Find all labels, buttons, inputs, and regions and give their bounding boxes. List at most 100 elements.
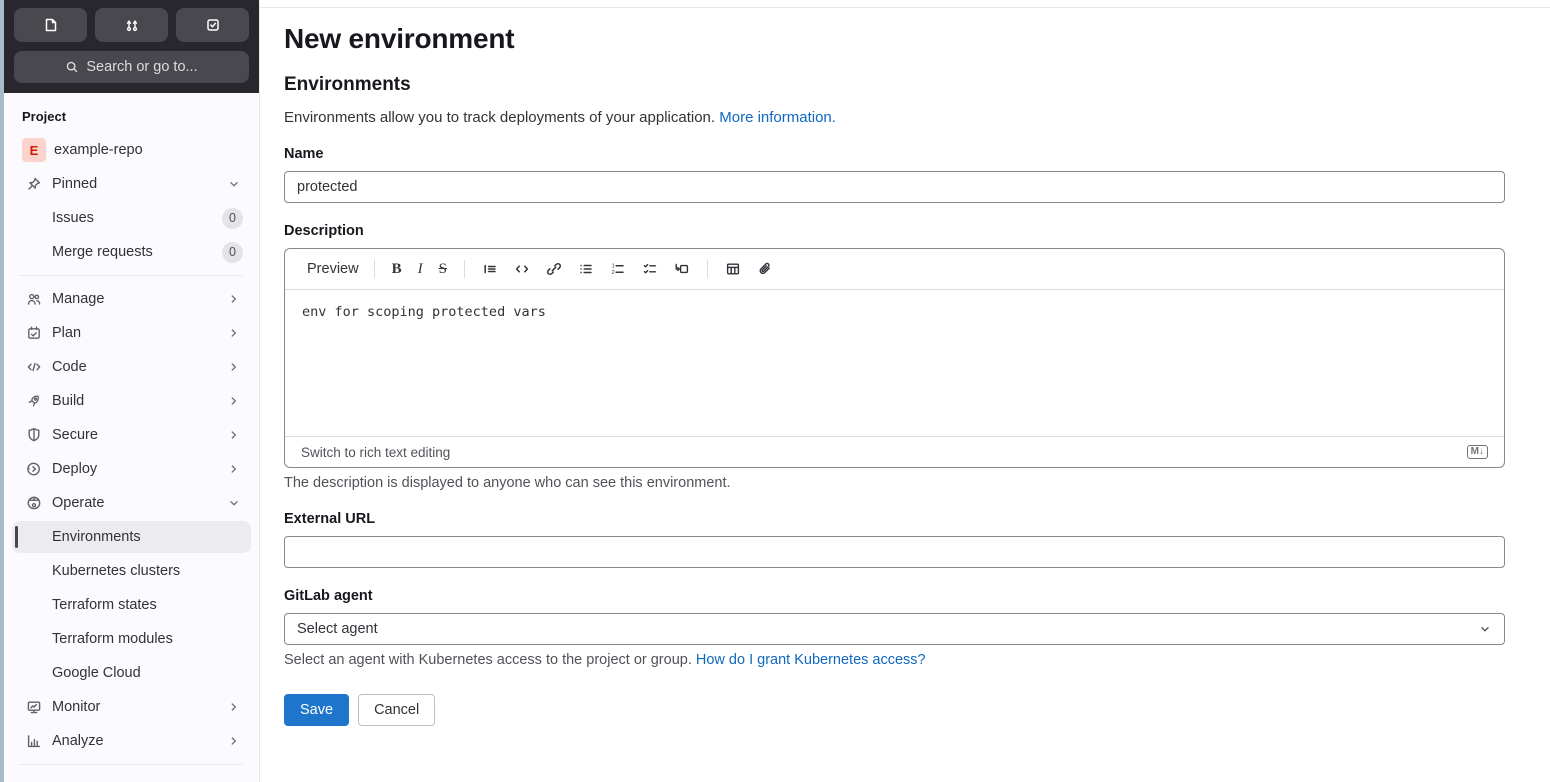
name-input[interactable]	[284, 171, 1505, 203]
sidebar-section-label: Project	[22, 109, 67, 124]
sidebar-item-project[interactable]: E example-repo	[12, 134, 251, 166]
collapsible-section-icon	[674, 261, 690, 277]
sidebar-item-label: Plan	[52, 325, 82, 341]
intro-text: Environments allow you to track deployme…	[284, 109, 716, 126]
main-content: New environment Environments Environment…	[260, 0, 1550, 782]
bulleted-list-icon	[578, 261, 594, 277]
sidebar-item-label: Terraform modules	[52, 631, 173, 647]
toolbar-divider	[706, 260, 708, 278]
switch-rich-text-link[interactable]: Switch to rich text editing	[301, 445, 450, 460]
gitlab-agent-label: GitLab agent	[284, 588, 373, 604]
sidebar-item-kubernetes-clusters[interactable]: Kubernetes clusters	[12, 555, 251, 587]
code-button[interactable]	[510, 257, 534, 281]
external-url-input[interactable]	[284, 536, 1505, 568]
table-button[interactable]	[721, 257, 745, 281]
sidebar-item-monitor[interactable]: Monitor	[12, 691, 251, 723]
code-icon	[26, 359, 42, 375]
sidebar-item-environments[interactable]: Environments	[12, 521, 251, 553]
sidebar-item-label: Environments	[52, 529, 141, 545]
project-name: example-repo	[54, 142, 143, 158]
external-url-label: External URL	[284, 511, 376, 527]
sidebar-item-label: Deploy	[52, 461, 98, 477]
sidebar-item-terraform-modules[interactable]: Terraform modules	[12, 623, 251, 655]
todo-shortcut-button[interactable]	[176, 8, 249, 42]
sidebar-item-label: Code	[52, 359, 87, 375]
numbered-list-button[interactable]: 12	[606, 257, 630, 281]
bold-button[interactable]: B	[388, 257, 406, 282]
sidebar-item-label: Manage	[52, 291, 105, 307]
sidebar-item-merge-requests[interactable]: Merge requests 0	[12, 236, 251, 268]
editor-footer: Switch to rich text editing M↓	[285, 436, 1504, 467]
strikethrough-button[interactable]: S	[435, 257, 451, 282]
sidebar-item-label: Google Cloud	[52, 665, 141, 681]
sidebar-item-label: Analyze	[52, 733, 104, 749]
description-textarea[interactable]: env for scoping protected vars	[285, 290, 1504, 436]
chevron-right-icon	[227, 394, 241, 408]
chevron-right-icon	[227, 360, 241, 374]
chevron-right-icon	[227, 326, 241, 340]
markdown-editor: Preview B I S 1 2 env for scoping protec…	[284, 248, 1505, 468]
search-icon	[65, 60, 79, 74]
italic-icon: I	[417, 260, 423, 277]
link-button[interactable]	[542, 257, 566, 281]
task-list-button[interactable]	[638, 257, 662, 281]
italic-button[interactable]: I	[414, 257, 427, 282]
agent-select[interactable]: Select agent	[284, 613, 1505, 645]
strikethrough-icon: S	[438, 260, 447, 277]
environment-form: Name Description Preview B I S	[284, 146, 1505, 726]
sidebar-item-label: Secure	[52, 427, 98, 443]
sidebar-item-manage[interactable]: Manage	[12, 283, 251, 315]
section-title: Environments	[284, 74, 411, 95]
code-icon	[514, 261, 530, 277]
page-title: New environment	[284, 23, 515, 54]
cancel-button[interactable]: Cancel	[358, 694, 436, 726]
chevron-right-icon	[227, 734, 241, 748]
sidebar-item-secure[interactable]: Secure	[12, 419, 251, 451]
sidebar-item-label: Monitor	[52, 699, 101, 715]
search-input[interactable]: Search or go to...	[14, 51, 249, 83]
todo-icon	[205, 17, 221, 33]
sidebar-item-operate[interactable]: Operate	[12, 487, 251, 519]
svg-text:2: 2	[612, 270, 615, 276]
sidebar-item-code[interactable]: Code	[12, 351, 251, 383]
sidebar-item-label: Build	[52, 393, 85, 409]
search-placeholder: Search or go to...	[86, 59, 198, 75]
attach-file-button[interactable]	[753, 257, 777, 281]
sidebar-item-pinned[interactable]: Pinned	[12, 168, 251, 200]
chevron-right-icon	[227, 700, 241, 714]
bulleted-list-button[interactable]	[574, 257, 598, 281]
sidebar-item-label: Operate	[52, 495, 105, 511]
top-divider	[260, 0, 1550, 8]
sidebar-item-deploy[interactable]: Deploy	[12, 453, 251, 485]
description-label: Description	[284, 223, 364, 239]
markdown-icon[interactable]: M↓	[1466, 445, 1488, 459]
name-label: Name	[284, 146, 324, 162]
issues-shortcut-button[interactable]	[14, 8, 87, 42]
sidebar-item-terraform-states[interactable]: Terraform states	[12, 589, 251, 621]
sidebar-body: Project E example-repo Pinned Issues 0 M…	[4, 93, 259, 782]
sidebar-item-analyze[interactable]: Analyze	[12, 725, 251, 757]
sidebar: Search or go to... Project E example-rep…	[4, 0, 260, 782]
sidebar-item-label: Issues	[52, 210, 94, 226]
merge-requests-shortcut-button[interactable]	[95, 8, 168, 42]
calendar-icon	[26, 325, 42, 341]
sidebar-item-plan[interactable]: Plan	[12, 317, 251, 349]
sidebar-item-label: Pinned	[52, 176, 98, 192]
collapsible-section-button[interactable]	[670, 257, 694, 281]
active-indicator	[15, 526, 18, 548]
pin-icon	[26, 176, 42, 192]
table-icon	[725, 261, 741, 277]
save-button[interactable]: Save	[284, 694, 350, 726]
more-information-link[interactable]: More information.	[719, 109, 836, 126]
merge-request-icon	[124, 17, 140, 33]
preview-tab[interactable]: Preview	[301, 257, 365, 281]
chevron-right-icon	[227, 292, 241, 306]
link-icon	[546, 261, 562, 277]
sidebar-item-build[interactable]: Build	[12, 385, 251, 417]
sidebar-item-google-cloud[interactable]: Google Cloud	[12, 657, 251, 689]
kubernetes-access-link[interactable]: How do I grant Kubernetes access?	[696, 652, 926, 668]
bold-icon: B	[391, 260, 402, 277]
divider	[20, 764, 243, 765]
quote-button[interactable]	[478, 257, 502, 281]
sidebar-item-issues[interactable]: Issues 0	[12, 202, 251, 234]
